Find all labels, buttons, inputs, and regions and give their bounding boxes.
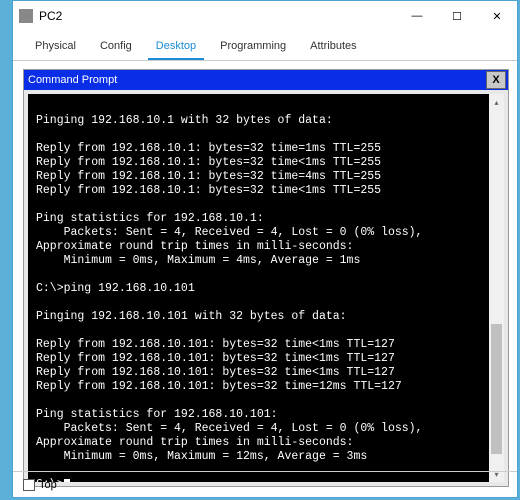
top-checkbox[interactable]	[23, 479, 35, 491]
maximize-button[interactable]: ☐	[437, 2, 477, 30]
command-prompt-terminal[interactable]: Pinging 192.168.10.1 with 32 bytes of da…	[28, 94, 504, 482]
bottom-bar: Top	[13, 471, 517, 497]
titlebar: PC2 — ☐ ✕	[13, 1, 517, 31]
app-window: PC2 — ☐ ✕ Physical Config Desktop Progra…	[12, 0, 518, 498]
scroll-up-icon[interactable]: ▴	[489, 94, 504, 110]
minimize-button[interactable]: —	[397, 2, 437, 30]
command-prompt-scrollbar[interactable]: ▴ ▾	[489, 94, 504, 482]
scroll-thumb[interactable]	[491, 324, 502, 454]
tab-config[interactable]: Config	[92, 35, 140, 60]
tab-programming[interactable]: Programming	[212, 35, 294, 60]
tab-physical[interactable]: Physical	[27, 35, 84, 60]
workspace: Command Prompt X Pinging 192.168.10.1 wi…	[13, 61, 517, 465]
command-prompt-title: Command Prompt	[28, 74, 486, 86]
command-prompt-window: Command Prompt X Pinging 192.168.10.1 wi…	[23, 69, 509, 487]
window-controls: — ☐ ✕	[397, 2, 517, 30]
command-prompt-titlebar: Command Prompt X	[24, 70, 508, 90]
app-icon	[19, 9, 33, 23]
tab-bar: Physical Config Desktop Programming Attr…	[13, 35, 517, 61]
tab-desktop[interactable]: Desktop	[148, 35, 204, 60]
command-prompt-close-button[interactable]: X	[486, 71, 506, 89]
command-prompt-body-wrap: Pinging 192.168.10.1 with 32 bytes of da…	[24, 90, 508, 486]
window-title: PC2	[39, 9, 397, 23]
top-checkbox-label: Top	[39, 479, 57, 491]
close-button[interactable]: ✕	[477, 2, 517, 30]
tab-attributes[interactable]: Attributes	[302, 35, 364, 60]
